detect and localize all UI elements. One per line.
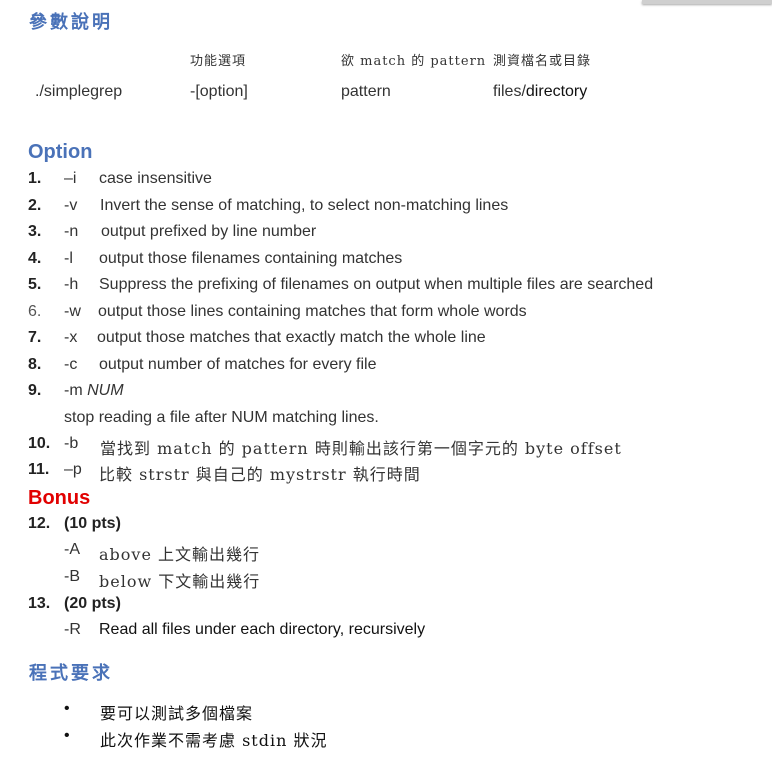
option-number: 6.: [28, 303, 42, 320]
option-number: 4.: [28, 250, 42, 267]
option-desc: stop reading a file after NUM matching l…: [64, 409, 379, 426]
cmd-files: files/directory: [493, 83, 587, 101]
cmd-files-prefix: files/: [493, 83, 526, 100]
option-flag: -x: [64, 329, 78, 346]
bullet-icon: •: [64, 727, 70, 744]
option-desc: Invert the sense of matching, to select …: [100, 197, 509, 214]
bonus-flag: -B: [64, 568, 80, 585]
option-heading: Option: [28, 141, 93, 163]
option-flag: –p: [64, 461, 82, 478]
option-desc: 比較 strstr 與自己的 mystrstr 執行時間: [99, 465, 421, 484]
option-desc: output prefixed by line number: [101, 223, 317, 240]
option-desc: output those lines containing matches th…: [98, 303, 527, 320]
option-number: 8.: [28, 356, 42, 373]
option-number: 10.: [28, 435, 51, 452]
option-flag: -c: [64, 356, 78, 373]
bonus-flag: -R: [64, 621, 81, 638]
option-flag: –i: [64, 170, 77, 187]
bonus-number: 13.: [28, 595, 51, 612]
requirements-heading: 程式要求: [29, 663, 113, 684]
option-arg: NUM: [87, 382, 124, 399]
cmd-option: -[option]: [190, 83, 248, 100]
bonus-flag: -A: [64, 541, 80, 558]
option-desc: Suppress the prefixing of filenames on o…: [99, 276, 654, 293]
option-flag-m: -m: [64, 382, 83, 399]
cmd-pattern: pattern: [341, 83, 391, 100]
cmd-program: ./simplegrep: [35, 83, 123, 100]
bonus-desc: above 上文輸出幾行: [99, 545, 261, 564]
bonus-heading: Bonus: [28, 487, 91, 509]
col-header-pattern: 欲 match 的 pattern: [341, 54, 487, 69]
bullet-icon: •: [64, 700, 70, 717]
bonus-points: (10 pts): [64, 515, 121, 532]
option-flag: -m NUM: [64, 382, 124, 400]
option-desc: output those filenames containing matche…: [99, 250, 403, 267]
option-number: 7.: [28, 329, 42, 346]
option-desc: case insensitive: [99, 170, 212, 187]
option-flag: -b: [64, 435, 79, 452]
window-edge: [642, 0, 772, 4]
option-number: 5.: [28, 276, 42, 293]
bonus-points: (20 pts): [64, 595, 121, 612]
option-number: 11.: [28, 461, 50, 478]
option-number: 1.: [28, 170, 42, 187]
requirement-item: 此次作業不需考慮 stdin 狀況: [100, 731, 328, 750]
col-header-files: 測資檔名或目錄: [493, 54, 592, 69]
bonus-desc: Read all files under each directory, rec…: [99, 621, 426, 638]
option-flag: -l: [64, 250, 73, 267]
option-desc: 當找到 match 的 pattern 時則輸出該行第一個字元的 byte of…: [100, 439, 622, 458]
option-flag: -w: [64, 303, 81, 320]
bonus-desc: below 下文輸出幾行: [99, 572, 261, 591]
option-number: 2.: [28, 197, 42, 214]
option-flag: -n: [64, 223, 79, 240]
cmd-directory: directory: [525, 83, 588, 100]
bonus-number: 12.: [28, 515, 51, 532]
option-flag: -v: [64, 197, 78, 214]
option-flag: -h: [64, 276, 79, 293]
params-heading: 參數說明: [29, 12, 113, 33]
option-number: 3.: [28, 223, 42, 240]
option-number: 9.: [28, 382, 42, 399]
option-desc: output number of matches for every file: [99, 356, 377, 373]
col-header-option: 功能選項: [190, 54, 247, 69]
option-desc: output those matches that exactly match …: [97, 329, 486, 346]
requirement-item: 要可以測試多個檔案: [100, 704, 254, 723]
